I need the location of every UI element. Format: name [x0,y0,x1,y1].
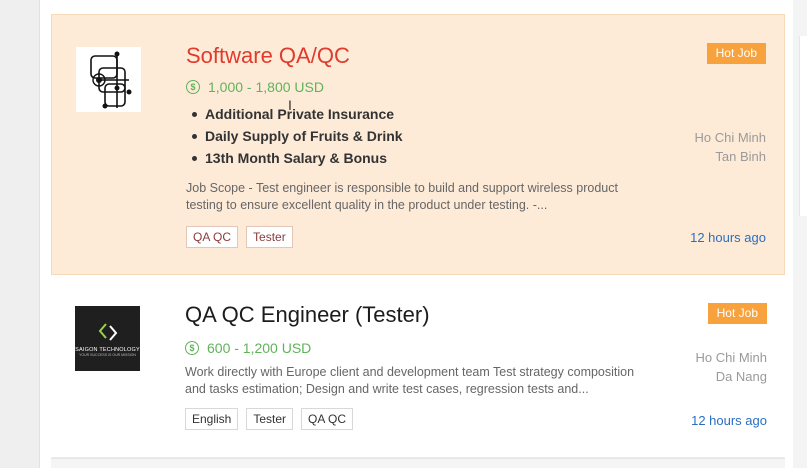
salary: $ 1,000 - 1,800 USD [186,79,324,95]
location-district: Tan Binh [715,149,766,164]
posted-time: 12 hours ago [691,413,767,428]
hot-job-badge: Hot Job [707,303,767,324]
left-gutter [0,0,40,468]
job-location: Ho Chi Minh Tan Binh [694,128,766,166]
next-card-edge [51,458,785,468]
job-title[interactable]: QA QC Engineer (Tester) [185,302,430,328]
tag-list: QA QC Tester [186,226,293,248]
job-card[interactable]: SAIGON TECHNOLOGY YOUR SUCCESS IS OUR MI… [51,276,785,458]
dollar-circle-icon: $ [185,341,199,355]
job-location: Ho Chi Minh Da Nang [695,348,767,386]
salary-text: 600 - 1,200 USD [207,340,312,356]
salary-text: 1,000 - 1,800 USD [208,79,324,95]
scrollbar-track[interactable] [793,0,807,468]
benefits-list: Additional Private Insurance Daily Suppl… [186,103,403,169]
posted-time: 12 hours ago [690,230,766,245]
salary: $ 600 - 1,200 USD [185,340,311,356]
location-city: Ho Chi Minh [695,350,767,365]
job-description: Job Scope - Test engineer is responsible… [186,181,618,212]
job-description: Work directly with Europe client and dev… [185,365,635,396]
hot-job-badge: Hot Job [706,43,766,64]
job-card[interactable]: Software QA/QC $ 1,000 - 1,800 USD I Add… [51,14,785,275]
job-list: Software QA/QC $ 1,000 - 1,800 USD I Add… [40,0,793,468]
tag[interactable]: QA QC [186,226,239,248]
company-logo[interactable] [76,47,141,112]
company-logo[interactable]: SAIGON TECHNOLOGY YOUR SUCCESS IS OUR MI… [75,306,140,371]
tag[interactable]: Tester [246,408,294,430]
scrollbar-edge [799,36,807,216]
location-city: Ho Chi Minh [694,130,766,145]
tag-list: English Tester QA QC [185,408,354,430]
benefit-item: Daily Supply of Fruits & Drink [186,125,403,147]
circuit-logo-icon [89,51,131,108]
tag[interactable]: QA QC [301,408,354,430]
chevrons-logo-icon [98,322,117,341]
dollar-circle-icon: $ [186,80,200,94]
benefit-item: 13th Month Salary & Bonus [186,147,403,169]
location-district: Da Nang [715,369,767,384]
benefit-item: Additional Private Insurance [186,103,403,125]
tag[interactable]: Tester [246,226,293,248]
job-title[interactable]: Software QA/QC [186,43,350,69]
tag[interactable]: English [185,408,239,430]
logo-tagline: YOUR SUCCESS IS OUR MISSION [79,352,136,357]
